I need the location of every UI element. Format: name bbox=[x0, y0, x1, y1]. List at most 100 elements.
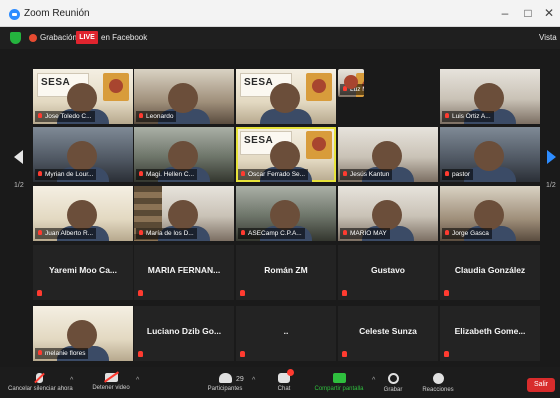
participant-name: MARIO MAY bbox=[350, 230, 387, 237]
muted-mic-icon bbox=[343, 86, 347, 91]
participant-video-face bbox=[474, 200, 504, 230]
participant-tile[interactable]: MARIA FERNAN... bbox=[134, 245, 234, 300]
record-icon bbox=[387, 373, 399, 384]
title-bar: Zoom Reunión – □ ✕ bbox=[0, 0, 560, 27]
zoom-logo-icon bbox=[9, 9, 20, 20]
participant-name: Jorge Gasca bbox=[452, 230, 489, 237]
participant-tile[interactable]: Jorge Gasca bbox=[440, 186, 540, 241]
audio-options-caret[interactable]: ^ bbox=[70, 377, 73, 384]
participant-tile[interactable]: pastor bbox=[440, 127, 540, 182]
participant-tile[interactable]: Luis Ortiz A... bbox=[440, 69, 540, 124]
share-screen-button[interactable]: Compartir pantalla bbox=[306, 373, 372, 395]
participant-tile[interactable]: .. bbox=[236, 306, 336, 361]
next-page-indicator: 1/2 bbox=[546, 182, 556, 189]
sesa-sign-text: SESA bbox=[244, 135, 274, 146]
participant-name: Myrian de Lour... bbox=[45, 171, 94, 178]
share-label: Compartir pantalla bbox=[314, 386, 364, 392]
muted-mic-icon bbox=[138, 351, 143, 357]
muted-mic-icon bbox=[38, 113, 42, 118]
participant-name: Luz Miguel... bbox=[350, 86, 364, 93]
participant-video-face bbox=[168, 200, 198, 230]
muted-mic-icon bbox=[38, 350, 42, 355]
participant-tile[interactable]: María de los D... bbox=[134, 186, 234, 241]
participant-name: .. bbox=[283, 326, 289, 336]
muted-mic-icon bbox=[445, 171, 449, 176]
muted-mic-icon bbox=[241, 171, 245, 176]
participant-video-face bbox=[270, 83, 300, 113]
participant-tile[interactable]: Yaremi Moo Ca... bbox=[33, 245, 133, 300]
participant-tile[interactable]: MARIO MAY bbox=[338, 186, 438, 241]
participant-tile[interactable]: Elizabeth Gome... bbox=[440, 306, 540, 361]
live-badge[interactable]: LIVE bbox=[76, 31, 98, 44]
participant-tile[interactable]: Jesús Kantun bbox=[338, 127, 438, 182]
security-shield-icon[interactable] bbox=[10, 32, 21, 44]
close-icon[interactable]: ✕ bbox=[541, 5, 557, 21]
video-options-caret[interactable]: ^ bbox=[136, 377, 139, 384]
sesa-sign-text: SESA bbox=[41, 77, 71, 88]
previous-page-arrow-icon[interactable] bbox=[14, 150, 23, 164]
participant-video-face bbox=[67, 83, 97, 113]
participant-tile[interactable]: Myrian de Lour... bbox=[33, 127, 133, 182]
record-button[interactable]: Grabar bbox=[380, 373, 406, 395]
muted-mic-icon bbox=[343, 230, 347, 235]
live-target-label[interactable]: en Facebook bbox=[101, 33, 147, 42]
participant-tile[interactable]: ASECamp C.P.A... bbox=[236, 186, 336, 241]
participant-name: Jesús Kantun bbox=[350, 171, 390, 178]
next-page-arrow-icon[interactable] bbox=[547, 150, 556, 164]
participant-tile[interactable]: SESA bbox=[236, 69, 336, 124]
participant-tile[interactable]: Magi. Hellen C... bbox=[134, 127, 234, 182]
muted-mic-icon bbox=[444, 290, 449, 296]
mute-label: Cancelar silenciar ahora bbox=[8, 386, 73, 392]
participants-options-caret[interactable]: ^ bbox=[252, 377, 255, 384]
participant-tile[interactable]: SESA Jose Toledo C... bbox=[33, 69, 133, 124]
participant-name: Luciano Dzib Go... bbox=[146, 326, 222, 336]
participant-tile[interactable]: Román ZM bbox=[236, 245, 336, 300]
muted-mic-icon bbox=[444, 351, 449, 357]
stop-video-button[interactable]: Detener video bbox=[86, 373, 136, 395]
chat-icon bbox=[278, 369, 294, 383]
participant-tile[interactable]: melanie flores bbox=[33, 306, 133, 361]
share-options-caret[interactable]: ^ bbox=[372, 377, 375, 384]
participant-name: pastor bbox=[452, 171, 471, 178]
participant-name-label: MARIO MAY bbox=[340, 228, 390, 239]
muted-mic-icon bbox=[240, 351, 245, 357]
participant-tile[interactable]: Juan Alberto R... bbox=[33, 186, 133, 241]
leave-button[interactable]: Salir bbox=[527, 378, 555, 392]
participant-tile[interactable]: Luz Miguel... bbox=[338, 69, 364, 97]
minimize-icon[interactable]: – bbox=[497, 5, 513, 21]
participant-tile[interactable]: Celeste Sunza bbox=[338, 306, 438, 361]
share-screen-icon bbox=[332, 373, 346, 383]
participant-name: Román ZM bbox=[264, 265, 308, 275]
participant-tile[interactable]: SESA Oscar Ferrado Se... bbox=[236, 127, 336, 182]
participant-video-face bbox=[168, 83, 198, 113]
participant-name: Magi. Hellen C... bbox=[146, 171, 195, 178]
muted-mic-icon bbox=[139, 171, 143, 176]
crest-image bbox=[306, 131, 332, 159]
participant-name: MARIA FERNAN... bbox=[147, 265, 221, 275]
participant-name-label: pastor bbox=[442, 169, 474, 180]
participant-name-label: Jorge Gasca bbox=[442, 228, 492, 239]
recording-dot-icon bbox=[29, 34, 37, 42]
view-button[interactable]: Vista bbox=[539, 33, 557, 42]
mute-button[interactable]: Cancelar silenciar ahora bbox=[8, 373, 73, 395]
muted-mic-icon bbox=[37, 290, 42, 296]
record-label: Grabar bbox=[383, 387, 403, 393]
participant-tile[interactable]: Luciano Dzib Go... bbox=[134, 306, 234, 361]
participant-name: Gustavo bbox=[370, 265, 405, 275]
participant-video-face bbox=[270, 141, 300, 171]
sesa-sign-text: SESA bbox=[244, 77, 274, 88]
video-off-icon bbox=[104, 373, 118, 382]
participant-tile[interactable]: Gustavo bbox=[338, 245, 438, 300]
reactions-button[interactable]: Reacciones bbox=[418, 373, 458, 395]
participant-tile[interactable]: Leonardo bbox=[134, 69, 234, 124]
chat-button[interactable]: Chat bbox=[272, 369, 296, 395]
participant-name: Leonardo bbox=[146, 113, 174, 120]
meeting-toolbar: Cancelar silenciar ahora ^ Detener video… bbox=[0, 367, 560, 398]
crest-image bbox=[103, 73, 129, 101]
recording-label[interactable]: Grabación bbox=[40, 33, 77, 42]
participant-video-face bbox=[168, 141, 198, 171]
maximize-icon[interactable]: □ bbox=[520, 5, 536, 21]
participant-name: Jose Toledo C... bbox=[45, 113, 92, 120]
muted-mic-icon bbox=[139, 230, 143, 235]
participant-tile[interactable]: Claudia González bbox=[440, 245, 540, 300]
